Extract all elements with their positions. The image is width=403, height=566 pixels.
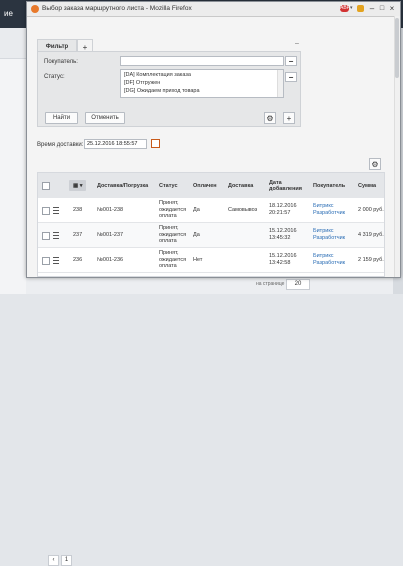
cell-shipping: Самовывоз — [228, 207, 258, 213]
table-settings-button[interactable]: ⚙ — [369, 158, 381, 170]
plus-icon: + — [286, 114, 292, 123]
table-row[interactable]: 238 №001-238 Принят, ожидается оплата Да… — [38, 198, 384, 223]
cancel-button[interactable]: Отменить — [85, 112, 125, 124]
column-header-buyer[interactable]: Покупатель — [313, 173, 351, 198]
remove-status-filter-button[interactable]: − — [285, 72, 297, 82]
background-sidebar-active — [0, 28, 26, 59]
firefox-icon — [31, 5, 39, 13]
column-header-paid[interactable]: Оплачен — [193, 173, 225, 198]
row-menu-icon[interactable] — [53, 207, 59, 214]
cell-paid: Нет — [193, 257, 203, 263]
orders-table: ▦ ▾ Доставка/Погрузка Статус Оплачен Дос… — [37, 172, 385, 277]
cell-delivery: №001-237 — [97, 232, 124, 238]
window-scrollbar[interactable] — [394, 16, 400, 277]
per-page-select[interactable]: 20 — [286, 279, 310, 290]
cell-date: 15.12.2016 13:45:32 — [269, 228, 297, 241]
find-button[interactable]: Найти — [45, 112, 78, 124]
table-row[interactable]: 237 №001-237 Принят, ожидается оплата Да… — [38, 223, 384, 248]
table-header: ▦ ▾ Доставка/Погрузка Статус Оплачен Дос… — [38, 173, 384, 199]
column-header-date[interactable]: Дата добавления — [269, 173, 302, 198]
cell-buyer-link[interactable]: Битрикс Разработчик — [313, 203, 353, 216]
column-header-sum[interactable]: Сумма — [358, 173, 384, 198]
gear-icon: ⚙ — [266, 114, 274, 123]
cell-date: 15.12.2016 13:42:58 — [269, 253, 297, 266]
cell-status: Принят, ожидается оплата — [159, 200, 187, 219]
cell-sum: 2 159 руб. — [358, 257, 384, 263]
delivery-time-label: Время доставки: — [37, 142, 84, 148]
cell-status: Принят, ожидается оплата — [159, 225, 187, 244]
background-pagination: ‹ 1 — [26, 276, 393, 566]
cell-id: 237 — [73, 232, 83, 238]
chevron-down-icon[interactable]: ▾ — [350, 5, 353, 11]
cell-sum: 4 319 руб. — [358, 232, 384, 238]
status-select[interactable]: [DA] Комплектация заказа [DF] Отгружен [… — [120, 69, 284, 98]
row-checkbox[interactable] — [42, 257, 50, 265]
cell-buyer-link[interactable]: Битрикс Разработчик — [313, 253, 353, 266]
status-option[interactable]: [DF] Отгружен — [124, 80, 160, 86]
row-checkbox[interactable] — [42, 232, 50, 240]
per-page-label: на странице — [256, 281, 285, 287]
row-menu-icon[interactable] — [53, 257, 59, 264]
cell-id: 236 — [73, 257, 83, 263]
row-checkbox[interactable] — [42, 207, 50, 215]
background-sidebar — [0, 28, 27, 294]
gear-icon: ⚙ — [371, 160, 379, 169]
collapse-filter-button[interactable]: – — [295, 40, 299, 47]
cell-status: Принят, ожидается оплата — [159, 250, 187, 269]
maximize-button[interactable]: □ — [377, 3, 387, 14]
cell-delivery: №001-236 — [97, 257, 124, 263]
cell-paid: Да — [193, 232, 200, 238]
buyer-input[interactable] — [120, 56, 284, 66]
extension-icon[interactable] — [357, 5, 364, 12]
adblock-badge[interactable]: ABP — [340, 5, 350, 12]
add-filter-button[interactable]: + — [283, 112, 295, 124]
column-header-shipping[interactable]: Доставка — [228, 173, 264, 198]
remove-buyer-filter-button[interactable]: − — [285, 56, 297, 66]
page-number-button[interactable]: 1 — [61, 555, 72, 566]
cell-date: 18.12.2016 20:21:57 — [269, 203, 297, 216]
close-button[interactable]: × — [387, 3, 397, 14]
row-menu-icon[interactable] — [53, 232, 59, 239]
buyer-label: Покупатель: — [44, 59, 78, 65]
cell-buyer-link[interactable]: Битрикс Разработчик — [313, 228, 353, 241]
settings-button[interactable]: ⚙ — [264, 112, 276, 124]
column-header-status[interactable]: Статус — [159, 173, 191, 198]
background-title: ие — [4, 9, 13, 18]
cell-id: 238 — [73, 207, 83, 213]
status-scrollbar[interactable] — [277, 70, 283, 97]
prev-page-button[interactable]: ‹ — [48, 555, 59, 566]
table-row[interactable]: 236 №001-236 Принят, ожидается оплата Не… — [38, 248, 384, 273]
popup-window: Выбор заказа маршрутного листа - Mozilla… — [26, 1, 401, 278]
window-title: Выбор заказа маршрутного листа - Mozilla… — [42, 5, 192, 12]
calendar-icon[interactable] — [151, 139, 160, 148]
status-label: Статус: — [44, 74, 65, 80]
select-all-checkbox[interactable] — [42, 182, 50, 190]
column-header-delivery[interactable]: Доставка/Погрузка — [97, 173, 149, 198]
column-header-id[interactable]: ▦ ▾ — [73, 173, 83, 198]
minimize-button[interactable]: – — [367, 3, 377, 14]
delivery-time-input[interactable]: 25.12.2016 18:55:57 — [84, 139, 147, 149]
window-titlebar: Выбор заказа маршрутного листа - Mozilla… — [27, 2, 400, 17]
cell-paid: Да — [193, 207, 200, 213]
cell-sum: 2 000 руб. — [358, 207, 384, 213]
status-option[interactable]: [DA] Комплектация заказа — [124, 72, 191, 78]
cell-delivery: №001-238 — [97, 207, 124, 213]
status-option[interactable]: [DG] Ожидаем приход товара — [124, 88, 200, 94]
scrollbar-thumb[interactable] — [395, 18, 399, 78]
